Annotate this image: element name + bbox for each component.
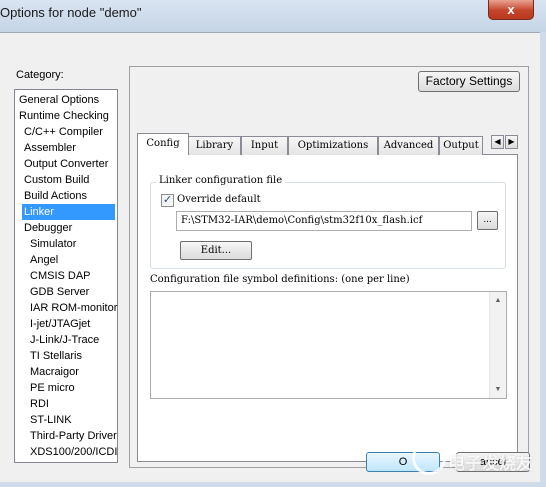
scroll-up-button[interactable]: ▲ (490, 292, 506, 309)
tab-input[interactable]: Input (241, 136, 288, 155)
category-item[interactable]: I-jet/JTAGjet (28, 316, 92, 332)
scroll-down-icon: ▼ (494, 386, 502, 393)
override-default-checkbox[interactable]: ✓ (161, 194, 174, 207)
category-item[interactable]: Assembler (22, 140, 78, 156)
category-item[interactable]: Simulator (28, 236, 78, 252)
category-item[interactable]: CMSIS DAP (28, 268, 93, 284)
close-button[interactable]: x (488, 0, 534, 20)
symbol-definitions-textarea[interactable]: ▲ ▼ (150, 291, 507, 399)
tab-library[interactable]: Library (188, 136, 241, 155)
symbol-definitions-label: Configuration file symbol definitions: (… (150, 274, 410, 285)
window-frame-right (540, 32, 546, 487)
category-item[interactable]: TI Stellaris (28, 348, 84, 364)
category-item[interactable]: Third-Party Driver (28, 428, 119, 444)
config-file-path-field[interactable]: F:\STM32-IAR\demo\Config\stm32f10x_flash… (176, 211, 472, 231)
category-item[interactable]: Runtime Checking (17, 108, 111, 124)
tab-output[interactable]: Output (439, 136, 483, 155)
watermark-logo (412, 441, 446, 475)
tab-config[interactable]: Config (137, 133, 189, 155)
category-item[interactable]: Custom Build (22, 172, 91, 188)
category-item[interactable]: Output Converter (22, 156, 110, 172)
category-item[interactable]: PE micro (28, 380, 77, 396)
category-list[interactable]: General Options Runtime Checking C/C++ Com… (14, 89, 118, 463)
category-item[interactable]: Linker (22, 204, 115, 220)
title-bar: Options for node "demo" x (0, 0, 546, 32)
factory-settings-button[interactable]: Factory Settings (418, 71, 520, 92)
close-icon: x (507, 2, 515, 17)
watermark: 电子发烧友 (408, 435, 538, 483)
tab-scroll-left-button[interactable]: ◀ (491, 135, 504, 149)
category-item[interactable]: RDI (28, 396, 51, 412)
scroll-down-button[interactable]: ▼ (490, 381, 506, 398)
category-item[interactable]: J-Link/J-Trace (28, 332, 101, 348)
arrow-left-icon: ◀ (494, 137, 501, 146)
category-item[interactable]: General Options (17, 92, 101, 108)
category-label: Category: (16, 69, 64, 81)
window-title: Options for node "demo" (0, 5, 142, 20)
tab-optimizations[interactable]: Optimizations (288, 136, 378, 155)
category-item[interactable]: ST-LINK (28, 412, 74, 428)
scroll-up-icon: ▲ (494, 297, 502, 304)
linker-config-group-label: Linker configuration file (156, 175, 286, 186)
category-item[interactable]: XDS100/200/ICDI (28, 444, 119, 460)
checkmark-icon: ✓ (162, 194, 173, 206)
category-item[interactable]: Macraigor (28, 364, 81, 380)
category-item[interactable]: Debugger (22, 220, 74, 236)
tab-advanced[interactable]: Advanced (378, 136, 439, 155)
category-item[interactable]: GDB Server (28, 284, 91, 300)
category-item[interactable]: IAR ROM-monitor (28, 300, 119, 316)
arrow-right-icon: ▶ (508, 137, 515, 146)
tab-scroll-right-button[interactable]: ▶ (505, 135, 518, 149)
category-item[interactable]: Build Actions (22, 188, 89, 204)
category-item[interactable]: Angel (28, 252, 60, 268)
override-default-label[interactable]: Override default (177, 194, 261, 205)
category-item[interactable]: C/C++ Compiler (22, 124, 105, 140)
textarea-scrollbar[interactable]: ▲ ▼ (489, 292, 506, 398)
edit-button[interactable]: Edit... (180, 241, 252, 260)
watermark-text: 电子发烧友 (448, 454, 533, 473)
browse-button[interactable]: ... (477, 211, 498, 230)
